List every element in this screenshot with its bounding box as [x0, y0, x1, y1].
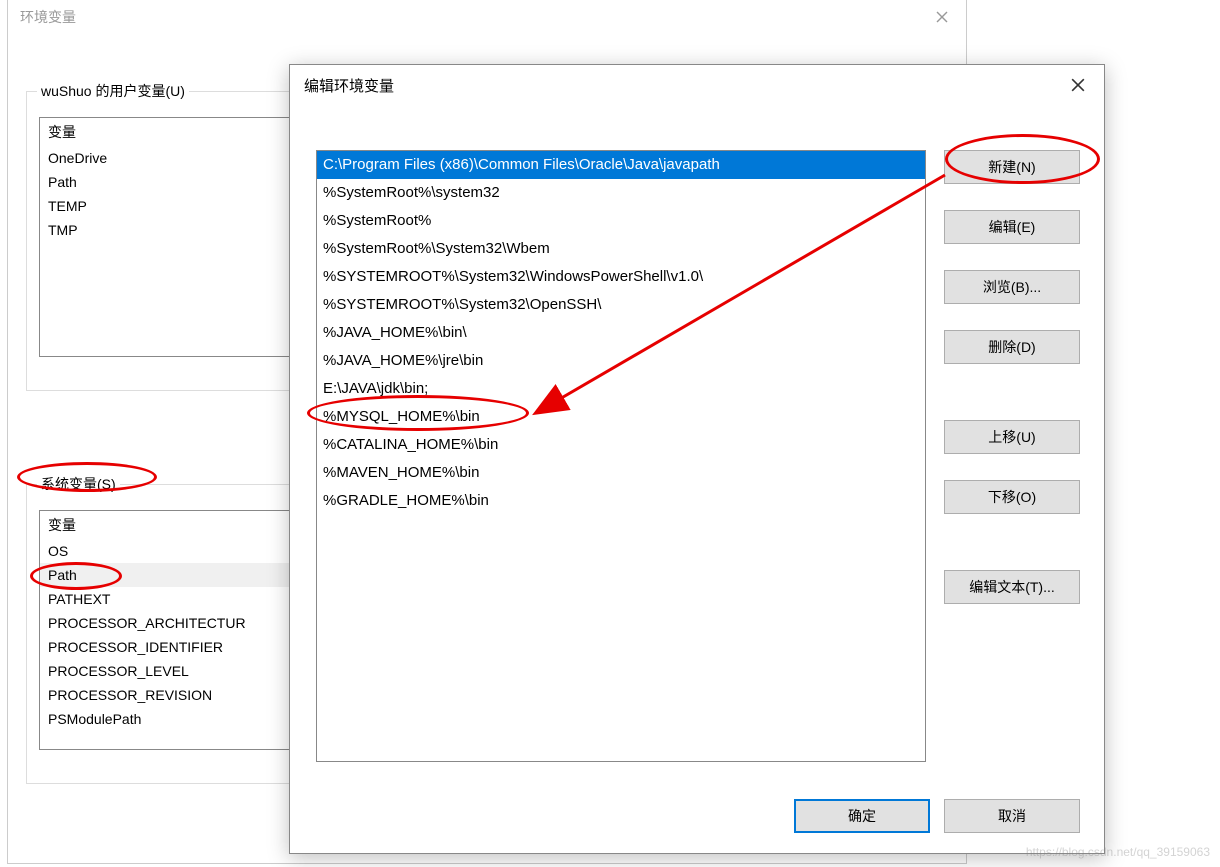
path-entry[interactable]: C:\Program Files (x86)\Common Files\Orac…	[317, 151, 925, 179]
path-entry[interactable]: %SYSTEMROOT%\System32\WindowsPowerShell\…	[317, 263, 925, 291]
ok-button[interactable]: 确定	[794, 799, 930, 833]
edit-dialog-title-bar: 编辑环境变量	[290, 65, 1104, 105]
side-buttons: 新建(N) 编辑(E) 浏览(B)... 删除(D) 上移(U) 下移(O) 编…	[944, 150, 1080, 604]
edit-text-button[interactable]: 编辑文本(T)...	[944, 570, 1080, 604]
edit-dialog-close-button[interactable]	[1058, 71, 1098, 99]
path-entry[interactable]: %CATALINA_HOME%\bin	[317, 431, 925, 459]
cancel-button[interactable]: 取消	[944, 799, 1080, 833]
env-title-bar: 环境变量	[8, 0, 966, 35]
edit-button[interactable]: 编辑(E)	[944, 210, 1080, 244]
edit-dialog-title: 编辑环境变量	[304, 75, 394, 96]
move-down-button[interactable]: 下移(O)	[944, 480, 1080, 514]
watermark-text: https://blog.csdn.net/qq_39159063	[1026, 845, 1210, 859]
path-entry[interactable]: %JAVA_HOME%\jre\bin	[317, 347, 925, 375]
browse-button[interactable]: 浏览(B)...	[944, 270, 1080, 304]
path-entry[interactable]: %JAVA_HOME%\bin\	[317, 319, 925, 347]
edit-environment-variable-dialog: 编辑环境变量 C:\Program Files (x86)\Common Fil…	[289, 64, 1105, 854]
new-button[interactable]: 新建(N)	[944, 150, 1080, 184]
user-variables-label: wuShuo 的用户变量(U)	[37, 81, 189, 101]
close-icon	[1071, 78, 1085, 92]
delete-button[interactable]: 删除(D)	[944, 330, 1080, 364]
path-entry[interactable]: %SystemRoot%\system32	[317, 179, 925, 207]
env-close-button[interactable]	[922, 3, 962, 31]
path-entry[interactable]: %MYSQL_HOME%\bin	[317, 403, 925, 431]
path-entry[interactable]: %MAVEN_HOME%\bin	[317, 459, 925, 487]
path-entry[interactable]: E:\JAVA\jdk\bin;	[317, 375, 925, 403]
path-entry[interactable]: %GRADLE_HOME%\bin	[317, 487, 925, 515]
path-entries-list[interactable]: C:\Program Files (x86)\Common Files\Orac…	[316, 150, 926, 762]
system-variables-label: 系统变量(S)	[37, 474, 120, 494]
env-window-title: 环境变量	[20, 7, 76, 27]
move-up-button[interactable]: 上移(U)	[944, 420, 1080, 454]
close-icon	[936, 11, 948, 23]
path-entry[interactable]: %SystemRoot%\System32\Wbem	[317, 235, 925, 263]
path-entry[interactable]: %SYSTEMROOT%\System32\OpenSSH\	[317, 291, 925, 319]
dialog-bottom-buttons: 确定 取消	[794, 799, 1080, 833]
path-entry[interactable]: %SystemRoot%	[317, 207, 925, 235]
